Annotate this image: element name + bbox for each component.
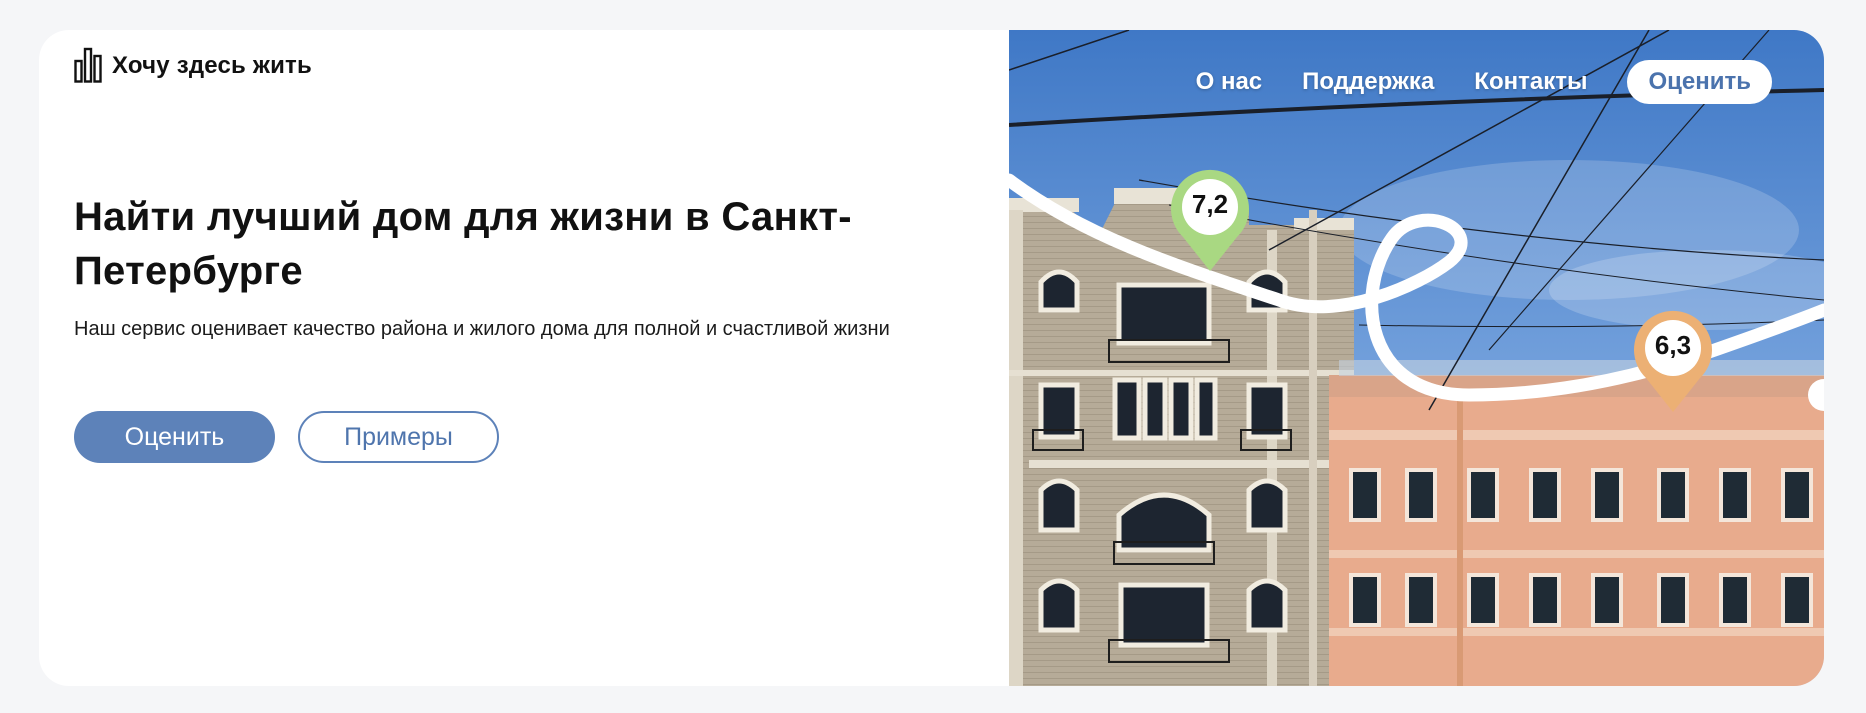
pin-score: 7,2 (1191, 189, 1229, 219)
rating-pin-orange[interactable]: 6,3 (1632, 308, 1714, 414)
nav-link-contacts[interactable]: Контакты (1474, 68, 1587, 96)
nav-link-about[interactable]: О нас (1196, 68, 1263, 96)
top-nav: О нас Поддержка Контакты Оценить (1196, 60, 1772, 104)
nav-evaluate-button[interactable]: Оценить (1627, 60, 1772, 104)
nav-link-support[interactable]: Поддержка (1302, 68, 1434, 96)
brand-name: Хочу здесь жить (112, 52, 312, 79)
examples-button[interactable]: Примеры (298, 411, 499, 463)
brand-logo[interactable]: Хочу здесь жить (74, 47, 312, 83)
bar-chart-logo-icon (74, 47, 102, 83)
map-pin-icon (1634, 310, 1712, 412)
evaluate-button[interactable]: Оценить (74, 411, 275, 463)
page-subtitle: Наш сервис оценивает качество района и ж… (74, 318, 890, 340)
hero-photo: 7,2 6,3 О нас Поддержка Контакты Оценить (1009, 30, 1824, 686)
page-title: Найти лучший дом для жизни в Санкт-Петер… (74, 195, 852, 293)
rating-pin-green[interactable]: 7,2 (1169, 167, 1251, 273)
pin-score: 6,3 (1654, 330, 1692, 360)
hero-card: Хочу здесь жить Найти лучший дом для жиз… (39, 30, 1824, 686)
map-pin-icon (1171, 169, 1249, 271)
